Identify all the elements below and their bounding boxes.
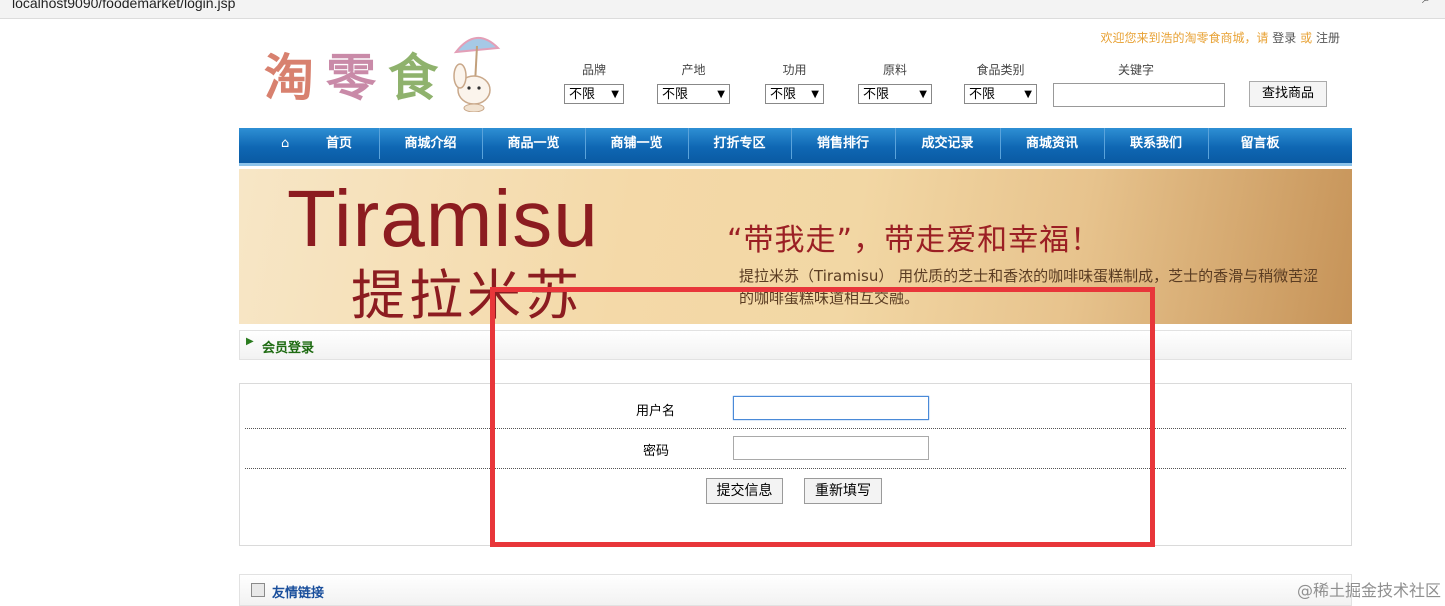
search-icon[interactable]: ⌕ bbox=[1422, 0, 1431, 7]
select-value: 不限 bbox=[969, 87, 996, 102]
logo-char-2: 零 bbox=[326, 48, 378, 107]
filter-origin: 产地 不限 ▼ bbox=[657, 61, 730, 104]
filter-ingredient: 原料 不限 ▼ bbox=[858, 61, 932, 104]
home-icon[interactable]: ⌂ bbox=[281, 128, 289, 159]
watermark: @稀土掘金技术社区 bbox=[1296, 581, 1441, 600]
main-nav: ⌂ 首页 商城介绍 商品一览 商铺一览 打折专区 销售排行 成交记录 商城资讯 … bbox=[239, 128, 1352, 166]
register-link[interactable]: 注册 bbox=[1316, 31, 1340, 45]
function-select[interactable]: 不限 ▼ bbox=[765, 84, 824, 104]
filter-label: 品牌 bbox=[581, 63, 606, 77]
login-link[interactable]: 登录 bbox=[1272, 31, 1296, 45]
nav-item-discount[interactable]: 打折专区 bbox=[688, 128, 792, 159]
or-text: 或 bbox=[1300, 31, 1313, 45]
browser-address-bar[interactable]: localhost9090/foodemarket/login.jsp ⌕ bbox=[0, 0, 1445, 19]
dropdown-arrow-icon: ▼ bbox=[919, 89, 927, 100]
address-url[interactable]: localhost9090/foodemarket/login.jsp bbox=[12, 0, 235, 10]
nav-item-contact[interactable]: 联系我们 bbox=[1104, 128, 1209, 159]
nav-item-about[interactable]: 商城介绍 bbox=[379, 128, 483, 159]
keyword-label: 关键字 bbox=[1118, 63, 1155, 77]
filter-label: 食品类别 bbox=[976, 63, 1025, 77]
welcome-text: 欢迎您来到浩的淘零食商城，请 bbox=[1100, 31, 1269, 45]
banner-slogan: “带我走”，带走爱和幸福！ bbox=[727, 223, 1102, 258]
bunny-umbrella-icon bbox=[453, 37, 501, 112]
site-logo[interactable]: 淘 零 食 bbox=[262, 32, 504, 112]
highlight-frame bbox=[490, 287, 1155, 547]
origin-select[interactable]: 不限 ▼ bbox=[657, 84, 730, 104]
select-value: 不限 bbox=[569, 87, 596, 102]
nav-item-ranking[interactable]: 销售排行 bbox=[791, 128, 896, 159]
filter-function: 功用 不限 ▼ bbox=[765, 61, 824, 104]
keyword-input[interactable] bbox=[1053, 83, 1225, 107]
select-value: 不限 bbox=[863, 87, 890, 102]
select-value: 不限 bbox=[770, 87, 797, 102]
triangle-right-icon: ▶ bbox=[246, 336, 254, 347]
filter-category: 食品类别 不限 ▼ bbox=[964, 61, 1037, 104]
welcome-bar: 欢迎您来到浩的淘零食商城，请 登录 或 注册 bbox=[1100, 29, 1340, 46]
dropdown-arrow-icon: ▼ bbox=[1024, 89, 1032, 100]
nav-item-products[interactable]: 商品一览 bbox=[482, 128, 586, 159]
filter-label: 功用 bbox=[782, 63, 807, 77]
category-select[interactable]: 不限 ▼ bbox=[964, 84, 1037, 104]
nav-item-deals[interactable]: 成交记录 bbox=[895, 128, 1001, 159]
dropdown-arrow-icon: ▼ bbox=[811, 89, 819, 100]
filter-brand: 品牌 不限 ▼ bbox=[564, 61, 624, 104]
links-section-title: 友情链接 bbox=[272, 586, 325, 601]
links-section-header: 友情链接 bbox=[239, 574, 1352, 606]
brand-select[interactable]: 不限 ▼ bbox=[564, 84, 624, 104]
ingredient-select[interactable]: 不限 ▼ bbox=[858, 84, 932, 104]
select-value: 不限 bbox=[662, 87, 689, 102]
nav-item-guestbook[interactable]: 留言板 bbox=[1208, 128, 1312, 159]
logo-char-3: 食 bbox=[388, 48, 440, 107]
filter-label: 原料 bbox=[882, 63, 907, 77]
nav-item-home[interactable]: 首页 bbox=[299, 128, 380, 159]
dropdown-arrow-icon: ▼ bbox=[611, 89, 619, 100]
search-button[interactable]: 查找商品 bbox=[1249, 81, 1327, 107]
links-icon bbox=[251, 583, 265, 597]
logo-char-1: 淘 bbox=[264, 48, 316, 107]
dropdown-arrow-icon: ▼ bbox=[717, 89, 725, 100]
nav-item-shops[interactable]: 商铺一览 bbox=[585, 128, 689, 159]
filter-label: 产地 bbox=[681, 63, 706, 77]
login-section-title: 会员登录 bbox=[262, 341, 315, 356]
nav-item-news[interactable]: 商城资讯 bbox=[1000, 128, 1105, 159]
